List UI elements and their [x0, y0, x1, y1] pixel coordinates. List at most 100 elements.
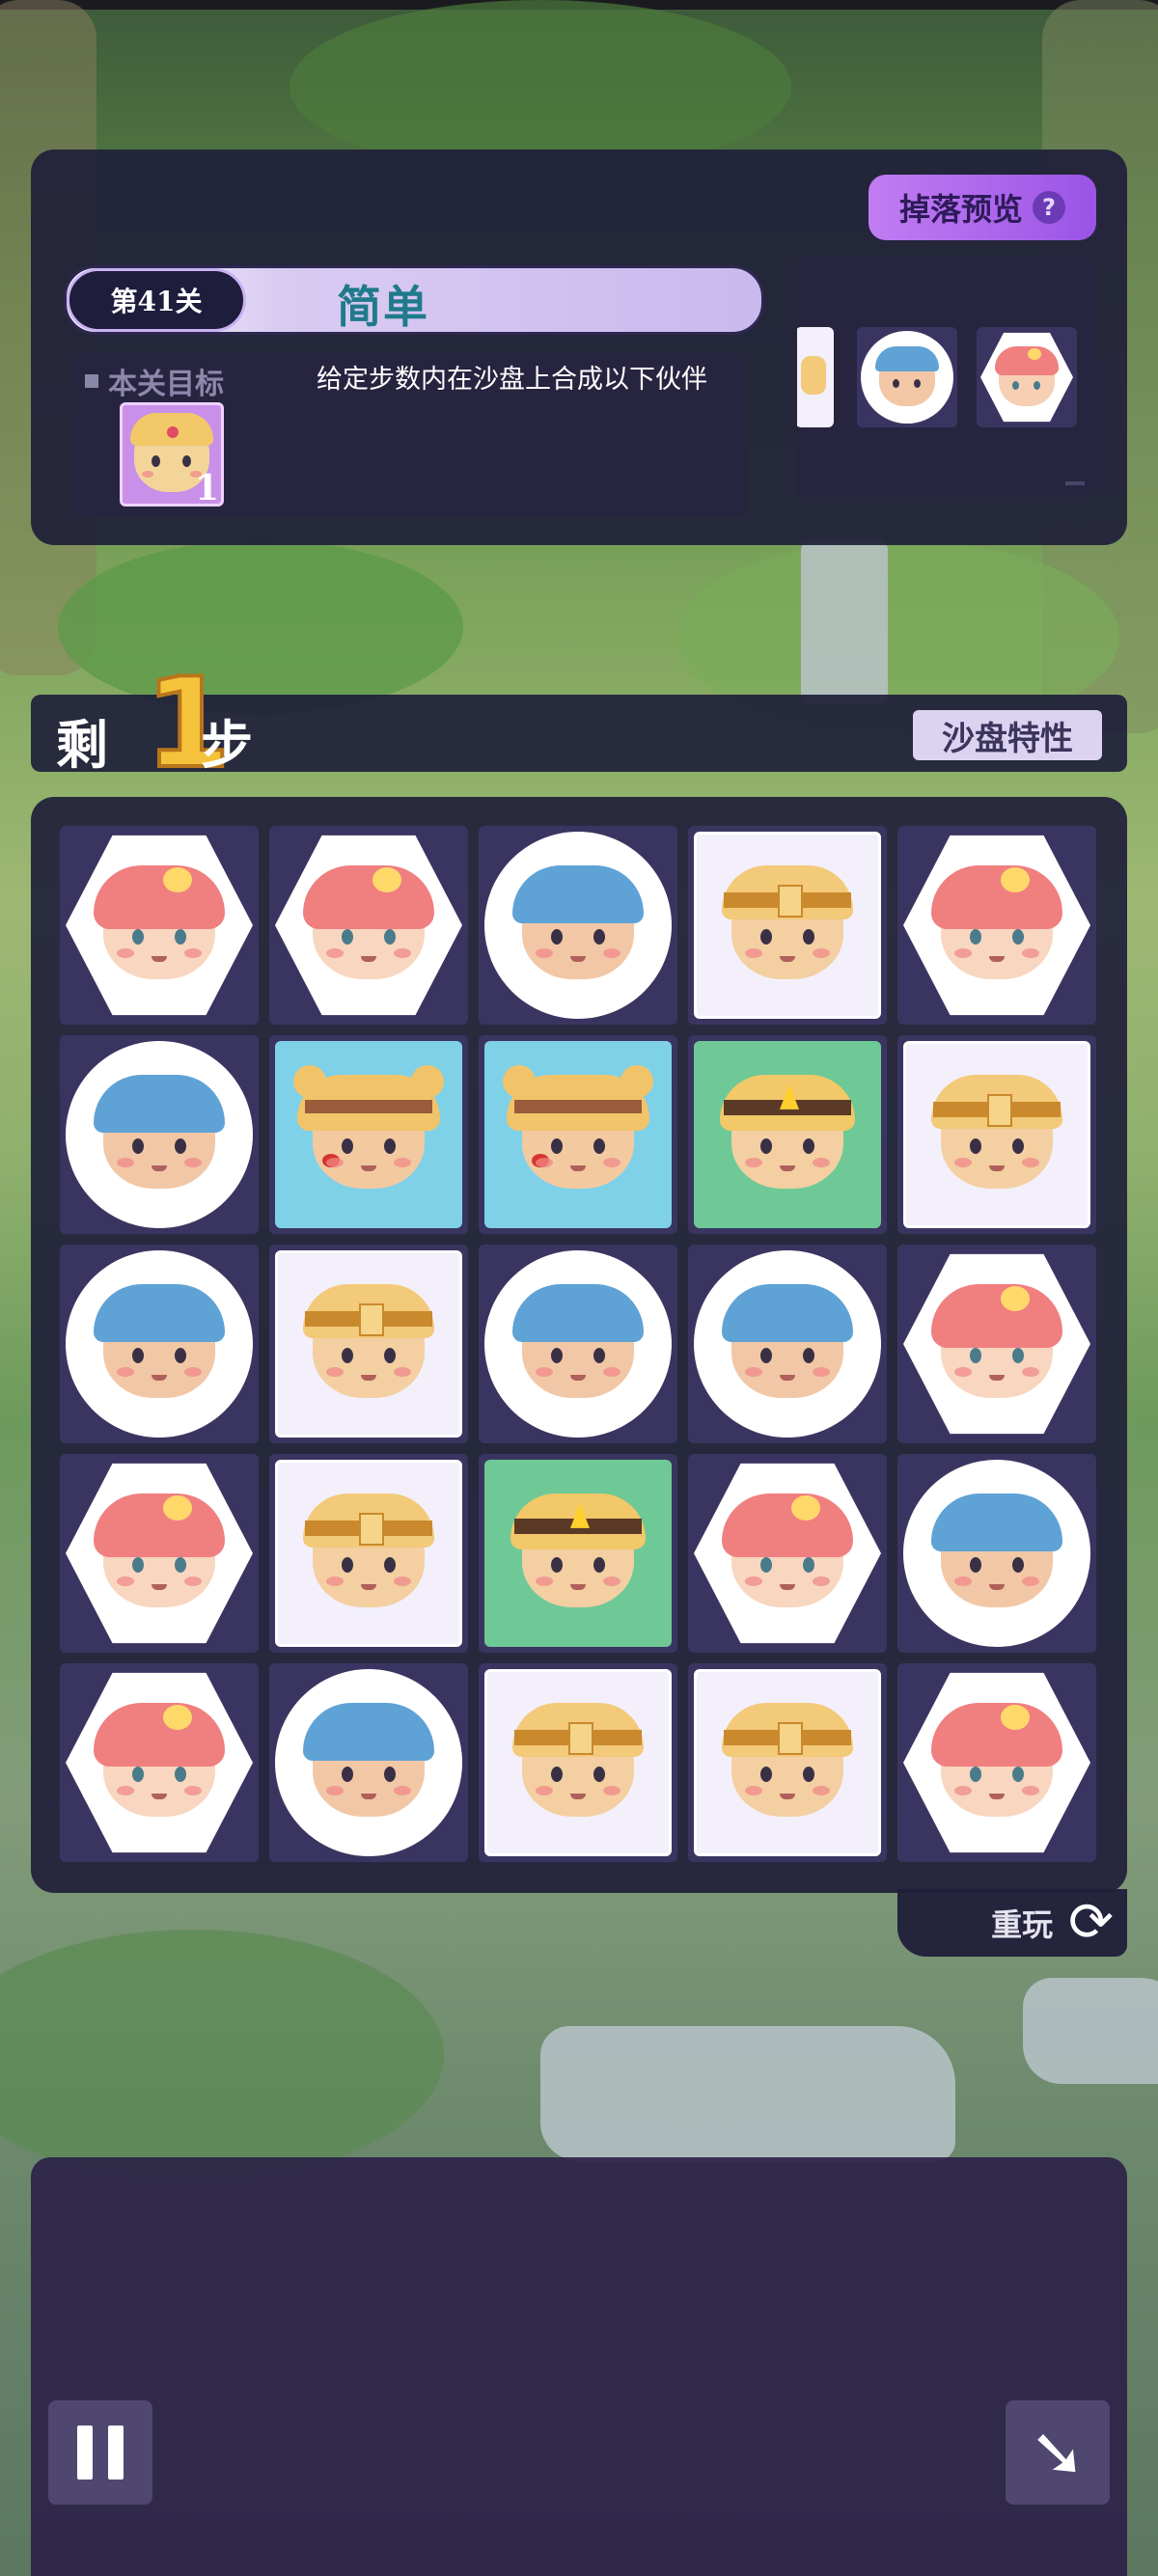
board-cell[interactable] [479, 1245, 677, 1443]
board-cell[interactable] [688, 1245, 887, 1443]
partner-tile[interactable] [903, 1041, 1090, 1228]
steps-prefix: 剩 [56, 714, 108, 776]
board-cell[interactable] [897, 1245, 1096, 1443]
partner-tile[interactable] [903, 1672, 1090, 1853]
board-cell[interactable] [897, 826, 1096, 1025]
board-cell[interactable] [269, 826, 468, 1025]
board-cell[interactable] [688, 826, 887, 1025]
level-goal-panel: 掉落预览 ? 第41关 简单 本关目标 给定步数内在沙盘上合成以下伙伴 1 [31, 150, 1127, 545]
board-cell[interactable] [60, 1245, 259, 1443]
partner-tile[interactable] [694, 1669, 881, 1856]
gold-crown-kid-icon [510, 1493, 646, 1607]
partner-tile[interactable] [484, 1041, 672, 1228]
skip-button[interactable]: ➘ [1006, 2400, 1110, 2505]
board-cell[interactable] [688, 1454, 887, 1653]
board-cell[interactable] [60, 1663, 259, 1862]
board-cell[interactable] [479, 1663, 677, 1862]
partner-tile[interactable] [66, 1672, 253, 1853]
goal-box: 本关目标 给定步数内在沙盘上合成以下伙伴 [73, 354, 747, 516]
pink-chick-girl-icon [722, 1493, 853, 1607]
partner-tile[interactable] [66, 1250, 253, 1438]
board-cell[interactable] [479, 1035, 677, 1234]
pause-button[interactable] [48, 2400, 152, 2505]
blue-helmet-kid-icon [94, 1283, 225, 1398]
gold-headband-kid-icon [303, 1493, 434, 1607]
pink-chick-girl-icon [303, 864, 434, 979]
board-cell[interactable] [269, 1663, 468, 1862]
bear-ears-kid-icon [503, 1064, 653, 1189]
pink-chick-girl-icon [995, 345, 1059, 406]
blue-helmet-kid-icon [94, 1074, 225, 1189]
goal-description: 给定步数内在沙盘上合成以下伙伴 [317, 365, 707, 395]
pink-chick-girl-icon [931, 864, 1062, 979]
board-cell[interactable] [897, 1663, 1096, 1862]
pink-chick-girl-icon [931, 1283, 1062, 1398]
difficulty-label: 简单 [337, 281, 429, 333]
gold-headband-kid-icon [303, 1283, 434, 1398]
blue-helmet-kid-icon [875, 345, 939, 406]
blue-helmet-kid-icon [722, 1283, 853, 1398]
replay-label: 重玩 [991, 1906, 1054, 1943]
gold-headband-kid-icon [512, 1702, 644, 1817]
drop-preview-button[interactable]: 掉落预览 ? [868, 175, 1096, 240]
pink-chick-girl-icon [931, 1702, 1062, 1817]
board-cell[interactable] [60, 826, 259, 1025]
preview-item [797, 327, 834, 427]
partner-tile[interactable] [275, 1041, 462, 1228]
partner-tile[interactable] [694, 832, 881, 1019]
partner-tile[interactable] [903, 835, 1090, 1016]
refresh-icon: ⟳ [1068, 1891, 1114, 1954]
partner-tile[interactable] [694, 1463, 881, 1644]
gold-headband-kid-icon [722, 864, 853, 979]
board-cell[interactable] [269, 1454, 468, 1653]
steps-suffix: 步 [201, 714, 253, 776]
merge-board [31, 797, 1127, 1893]
bullet-icon [85, 374, 98, 388]
board-cell[interactable] [688, 1035, 887, 1234]
board-cell[interactable] [897, 1454, 1096, 1653]
goal-label: 本关目标 [85, 360, 224, 402]
blue-helmet-kid-icon [303, 1702, 434, 1817]
board-cell[interactable] [479, 1454, 677, 1653]
partner-tile[interactable] [694, 1250, 881, 1438]
partner-tile[interactable] [275, 1460, 462, 1647]
drop-preview-label: 掉落预览 [898, 191, 1023, 228]
partner-tile[interactable] [903, 1460, 1090, 1647]
blue-helmet-kid-icon [931, 1493, 1062, 1607]
partner-tile[interactable] [275, 1250, 462, 1438]
bear-ears-kid-icon [293, 1064, 444, 1189]
foliage [0, 1930, 444, 2180]
partner-tile[interactable] [903, 1253, 1090, 1435]
board-cell[interactable] [897, 1035, 1096, 1234]
skip-arrow-icon: ➘ [1029, 2413, 1087, 2492]
board-cell[interactable] [60, 1454, 259, 1653]
partner-tile[interactable] [275, 835, 462, 1016]
foliage [58, 540, 463, 714]
partner-tile[interactable] [484, 1669, 672, 1856]
board-cell[interactable] [479, 826, 677, 1025]
sandbox-feature-button[interactable]: 沙盘特性 [913, 710, 1102, 760]
steps-bar: 剩 1 步 沙盘特性 [31, 650, 1127, 798]
partner-tile[interactable] [484, 1250, 672, 1438]
partner-tile[interactable] [66, 835, 253, 1016]
gold-headband-kid-icon [931, 1074, 1062, 1189]
board-cell[interactable] [269, 1245, 468, 1443]
scroll-indicator [1065, 481, 1085, 485]
pause-icon [77, 2425, 93, 2480]
partner-tile[interactable] [275, 1669, 462, 1856]
gold-crown-kid-icon [720, 1074, 855, 1189]
rock [1023, 1978, 1158, 2084]
partner-tile[interactable] [66, 1463, 253, 1644]
partner-tile[interactable] [694, 1041, 881, 1228]
replay-button[interactable]: 重玩 ⟳ [897, 1889, 1127, 1957]
partner-tile[interactable] [484, 832, 672, 1019]
pink-chick-girl-icon [94, 1702, 225, 1817]
partner-tile[interactable] [66, 1041, 253, 1228]
help-icon: ? [1033, 191, 1065, 224]
pause-icon [108, 2425, 124, 2480]
blue-helmet-kid-icon [512, 864, 644, 979]
board-cell[interactable] [269, 1035, 468, 1234]
board-cell[interactable] [688, 1663, 887, 1862]
partner-tile[interactable] [484, 1460, 672, 1647]
board-cell[interactable] [60, 1035, 259, 1234]
